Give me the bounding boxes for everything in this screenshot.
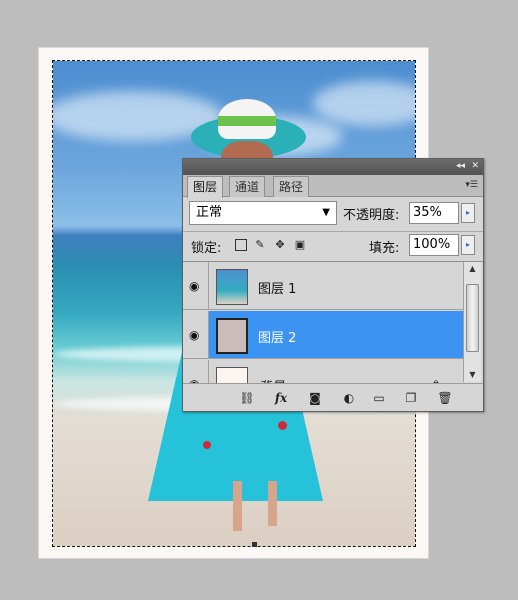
- scrollbar-thumb[interactable]: [466, 284, 479, 352]
- lock-move-icon[interactable]: ✥: [274, 239, 286, 251]
- layer-thumbnail: [216, 269, 248, 305]
- tab-layers[interactable]: 图层: [187, 176, 224, 198]
- layers-list: ◉ 图层 1 ◉ 图层 2 ◉ 背景 🔒︎ ▲ ▼: [183, 261, 483, 383]
- link-layers-icon[interactable]: ⛓: [239, 390, 255, 406]
- panel-tabs: 图层 通道 路径 ▾☰: [183, 175, 483, 198]
- layer-thumbnail: [216, 318, 248, 354]
- tab-paths[interactable]: 路径: [273, 176, 310, 197]
- lock-label: 锁定:: [191, 241, 222, 256]
- chevron-down-icon: ▼: [322, 207, 330, 218]
- visibility-toggle[interactable]: ◉: [183, 311, 209, 358]
- new-group-icon[interactable]: ▭: [371, 390, 387, 406]
- add-mask-icon[interactable]: ◙: [307, 390, 323, 406]
- layer-style-icon[interactable]: fx: [273, 390, 289, 406]
- opacity-input[interactable]: 35%: [409, 202, 459, 224]
- fill-slider-arrow-icon[interactable]: ▸: [461, 235, 475, 255]
- collapse-icon[interactable]: ◂◂: [456, 161, 465, 172]
- layers-panel: ◂◂ ✕ 图层 通道 路径 ▾☰ 正常 ▼ 不透明度: 35% ▸ 锁定: ✎ …: [182, 158, 484, 412]
- layer-name: 背景: [258, 376, 284, 383]
- scroll-up-icon[interactable]: ▲: [464, 262, 481, 276]
- fill-label: 填充:: [369, 241, 400, 256]
- panel-titlebar[interactable]: ◂◂ ✕: [183, 159, 483, 175]
- lock-icon: 🔒︎: [433, 376, 439, 383]
- layer-row-background[interactable]: ◉ 背景 🔒︎: [183, 360, 463, 383]
- selection-handle[interactable]: [252, 542, 257, 547]
- layers-toolbar: ⛓ fx ◙ ◐ ▭ ❐ 🗑︎: [183, 383, 483, 411]
- layers-scrollbar[interactable]: ▲ ▼: [463, 262, 481, 382]
- panel-menu-icon[interactable]: ▾☰: [465, 180, 478, 190]
- lock-brush-icon[interactable]: ✎: [254, 239, 266, 251]
- opacity-slider-arrow-icon[interactable]: ▸: [461, 203, 475, 223]
- scroll-down-icon[interactable]: ▼: [464, 368, 481, 382]
- fill-input[interactable]: 100%: [409, 234, 459, 256]
- layer-name: 图层 2: [258, 331, 297, 346]
- blend-mode-value: 正常: [196, 205, 223, 220]
- lock-all-icon[interactable]: ▣: [294, 239, 306, 251]
- layer-row-layer1[interactable]: ◉ 图层 1: [183, 262, 463, 310]
- opacity-label: 不透明度:: [343, 208, 400, 223]
- blend-mode-select[interactable]: 正常 ▼: [189, 201, 337, 225]
- trash-icon[interactable]: 🗑︎: [437, 390, 453, 406]
- layer-thumbnail: [216, 367, 248, 383]
- tab-channels[interactable]: 通道: [229, 176, 266, 197]
- new-layer-icon[interactable]: ❐: [403, 390, 419, 406]
- layer-row-layer2[interactable]: ◉ 图层 2: [183, 311, 463, 359]
- eye-icon: ◉: [189, 328, 200, 342]
- eye-icon: ◉: [189, 279, 200, 293]
- layer-name: 图层 1: [258, 282, 297, 297]
- adjustment-layer-icon[interactable]: ◐: [341, 390, 357, 406]
- close-icon[interactable]: ✕: [471, 161, 479, 172]
- visibility-toggle[interactable]: ◉: [183, 262, 209, 309]
- lock-transparent-icon[interactable]: [235, 239, 247, 251]
- visibility-toggle[interactable]: ◉: [183, 360, 209, 383]
